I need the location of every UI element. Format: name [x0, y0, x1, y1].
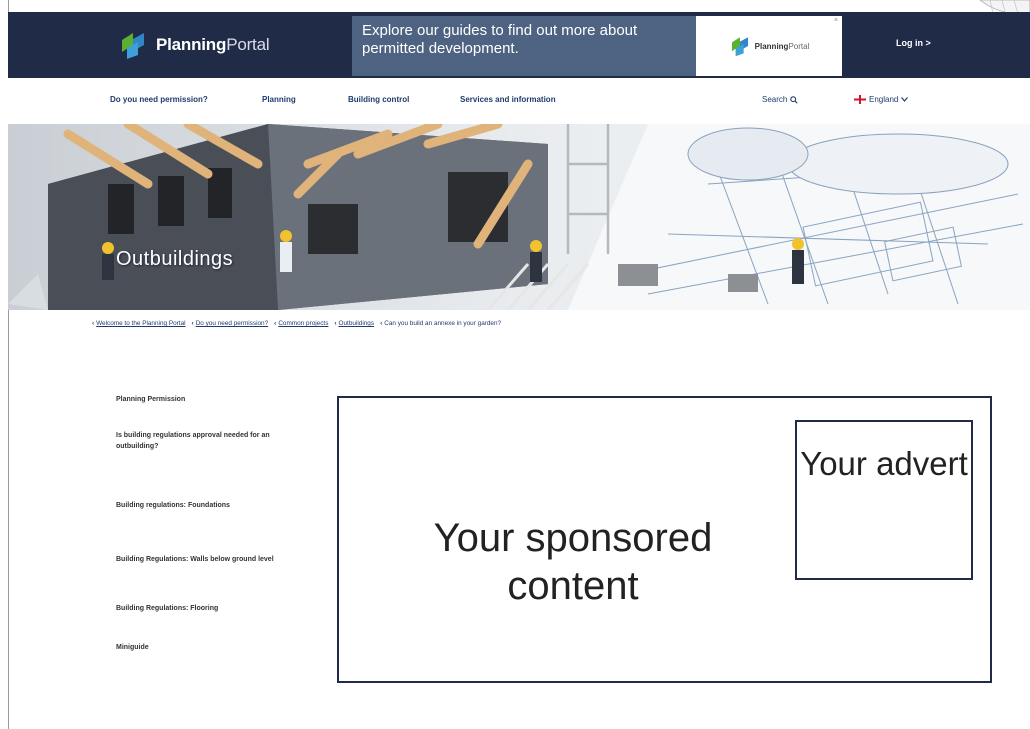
nav-item-services[interactable]: Services and information	[460, 95, 556, 104]
chevron-down-icon	[901, 97, 909, 102]
region-selector[interactable]: England	[854, 95, 909, 104]
nav-item-permission[interactable]: Do you need permission?	[110, 95, 208, 104]
hero-title: Outbuildings	[116, 248, 234, 270]
main-navigation: Do you need permission? Planning Buildin…	[8, 78, 1030, 124]
chevron-left-icon: ‹	[274, 320, 277, 327]
construction-illustration	[8, 124, 1030, 310]
sponsored-content-text: Your sponsored content	[433, 516, 713, 608]
nav-item-building-control[interactable]: Building control	[348, 95, 409, 104]
breadcrumb-item[interactable]: ‹ Common projects	[274, 320, 328, 327]
logo-mark-icon	[122, 33, 144, 59]
banner-logo-icon	[731, 37, 748, 57]
hero-banner: Outbuildings	[8, 124, 1030, 310]
breadcrumb-current: ‹ Can you build an annexe in your garden?	[380, 320, 502, 327]
england-flag-icon	[854, 95, 866, 104]
search-icon	[790, 95, 798, 104]
breadcrumb: ‹ Welcome to the Planning Portal ‹ Do you …	[92, 320, 501, 327]
chevron-left-icon: ‹	[334, 320, 337, 327]
sidebar-item-building-regs-approval[interactable]: Is building regulations approval needed …	[116, 430, 276, 452]
breadcrumb-item[interactable]: ‹ Welcome to the Planning Portal	[92, 320, 186, 327]
sidebar-item-foundations[interactable]: Building regulations: Foundations	[116, 500, 276, 511]
search-link[interactable]: Search	[762, 95, 798, 104]
planning-portal-logo[interactable]: PlanningPortal	[118, 28, 270, 62]
promo-banner[interactable]: Explore our guides to find out more abou…	[352, 16, 842, 76]
banner-ad-logo[interactable]: PlanningPortal ×	[696, 16, 842, 76]
sidebar-item-flooring[interactable]: Building Regulations: Flooring	[116, 603, 276, 614]
chevron-left-icon: ‹	[92, 320, 95, 327]
breadcrumb-item[interactable]: ‹ Outbuildings	[334, 320, 374, 327]
login-link[interactable]: Log in >	[896, 38, 931, 48]
region-label: England	[869, 95, 899, 104]
nav-item-planning[interactable]: Planning	[262, 95, 296, 104]
advert-box[interactable]: Your advert	[795, 420, 973, 580]
sidebar-item-walls[interactable]: Building Regulations: Walls below ground…	[116, 554, 276, 565]
sidebar-item-miniguide[interactable]: Miniguide	[116, 642, 276, 653]
sponsored-content-box[interactable]: Your sponsored content Your advert	[337, 396, 992, 683]
search-label: Search	[762, 95, 788, 104]
logo-text: PlanningPortal	[156, 35, 270, 54]
top-header: PlanningPortal Explore our guides to fin…	[8, 12, 1030, 78]
sidebar-item-planning-permission[interactable]: Planning Permission	[116, 394, 276, 405]
chevron-left-icon: ‹	[191, 320, 194, 327]
banner-text: Explore our guides to find out more abou…	[362, 22, 638, 57]
advert-text: Your advert	[800, 445, 968, 482]
breadcrumb-item[interactable]: ‹ Do you need permission?	[192, 320, 269, 327]
banner-logo-text: PlanningPortal	[754, 41, 810, 51]
chevron-left-icon: ‹	[380, 320, 383, 327]
close-icon[interactable]: ×	[834, 17, 838, 24]
